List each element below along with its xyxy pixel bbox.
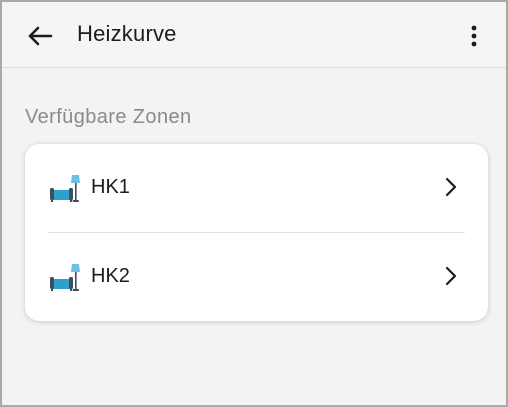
section-heading: Verfügbare Zonen	[25, 106, 192, 128]
more-vert-icon	[471, 25, 477, 47]
sofa-lamp-icon	[50, 264, 80, 291]
app-screen: Heizkurve Verfügbare Zonen HK1 HK2	[0, 0, 508, 407]
zone-item-hk1[interactable]: HK1	[25, 144, 488, 232]
back-button[interactable]	[22, 18, 58, 54]
arrow-left-icon	[28, 26, 53, 46]
zones-card: HK1 HK2	[25, 144, 488, 321]
sofa-lamp-icon	[50, 175, 80, 202]
chevron-right-icon	[445, 266, 457, 286]
page-title: Heizkurve	[77, 21, 177, 46]
zone-label: HK1	[91, 176, 130, 198]
zone-label: HK2	[91, 265, 130, 287]
app-bar: Heizkurve	[2, 2, 506, 68]
zone-item-hk2[interactable]: HK2	[25, 233, 488, 321]
more-options-button[interactable]	[456, 18, 492, 54]
chevron-right-icon	[445, 177, 457, 197]
